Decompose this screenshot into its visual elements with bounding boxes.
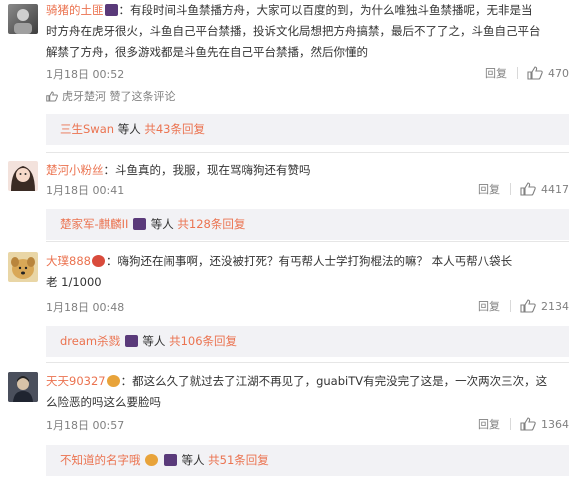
comment-text: 解禁了方舟，很多游戏都是斗鱼先在自己平台禁播，然后你懂的 (46, 45, 368, 59)
sub-reply-box[interactable]: dream杀戮 等人 共106条回复 (46, 326, 569, 357)
avatar[interactable] (8, 252, 38, 282)
sub-reply-box[interactable]: 楚家军-麒麟II 等人 共128条回复 (46, 209, 569, 240)
comment-text: 老 1/1000 (46, 275, 102, 289)
reply-button[interactable]: 回复 (478, 298, 500, 314)
like-count: 470 (548, 66, 569, 80)
comment-item: 天天90327 ：都这么久了就过去了江湖不再见了，guabiTV有完没完了这是，一… (0, 368, 577, 476)
sub-reply-count[interactable]: 共43条回复 (144, 122, 205, 136)
thumbs-up-icon[interactable] (527, 66, 543, 80)
vip-badge-icon (104, 4, 118, 16)
sub-reply-suffix: 等人 (117, 122, 141, 136)
sub-reply-suffix: 等人 (181, 453, 205, 467)
vip-badge-icon (106, 375, 120, 387)
comment-time: 1月18日 00:52 (46, 68, 125, 81)
comment-text: ：有段时间斗鱼禁播方舟，大家可以百度的到，为什么唯独斗鱼禁播呢，无非是当 (118, 3, 533, 17)
divider (510, 300, 511, 312)
comment-time: 1月18日 00:41 (46, 184, 125, 197)
comment-username[interactable]: 大璞888 (46, 254, 91, 268)
comment-username[interactable]: 楚河小粉丝 (46, 163, 104, 177)
liked-by-row: 虎牙楚河 赞了这条评论 (46, 88, 176, 104)
thumbs-up-icon[interactable] (520, 182, 536, 196)
divider (46, 241, 569, 242)
sub-reply-user[interactable]: 不知道的名字哦 (60, 453, 141, 467)
vip-badge-icon (133, 218, 147, 230)
comment-item: 楚河小粉丝：斗鱼真的，我服，现在骂嗨狗还有赞吗 1月18日 00:41 回复 4… (0, 157, 577, 240)
thumbs-up-small-icon (46, 91, 58, 101)
comment-text: 么险恶的吗这么要脸吗 (46, 395, 161, 409)
divider (46, 362, 569, 363)
reply-button[interactable]: 回复 (478, 416, 500, 432)
avatar[interactable] (8, 372, 38, 402)
like-count: 1364 (541, 417, 569, 431)
vip-badge-icon (124, 335, 138, 347)
sub-reply-count[interactable]: 共128条回复 (177, 217, 245, 231)
liked-by-text: 虎牙楚河 赞了这条评论 (62, 90, 176, 103)
comment-username[interactable]: 骑猪的土匪 (46, 3, 104, 17)
sub-reply-user[interactable]: 楚家军-麒麟II (60, 217, 128, 231)
sub-reply-count[interactable]: 共106条回复 (169, 334, 237, 348)
sub-reply-box[interactable]: 三生Swan 等人 共43条回复 (46, 114, 569, 145)
comment-text: 时方舟在虎牙很火，斗鱼自己平台禁播，投诉文化局想把方舟搞禁，最后不了了之，斗鱼自… (46, 24, 541, 38)
divider (510, 418, 511, 430)
sub-reply-count[interactable]: 共51条回复 (208, 453, 269, 467)
like-count: 4417 (541, 182, 569, 196)
like-count: 2134 (541, 299, 569, 313)
avatar[interactable] (8, 161, 38, 191)
vip-badge-icon (91, 255, 105, 267)
vip-badge-icon (163, 454, 177, 466)
comment-text: ：嗨狗还在闹事啊，还没被打死？有丐帮人士学打狗棍法的嘛？ 本人丐帮八袋长 (105, 254, 513, 268)
divider (510, 183, 511, 195)
comment-time: 1月18日 00:48 (46, 301, 125, 314)
comment-item: 骑猪的土匪 ：有段时间斗鱼禁播方舟，大家可以百度的到，为什么唯独斗鱼禁播呢，无非是… (0, 0, 577, 150)
thumbs-up-icon[interactable] (520, 417, 536, 431)
sub-reply-box[interactable]: 不知道的名字哦 等人 共51条回复 (46, 445, 569, 476)
sub-reply-suffix: 等人 (150, 217, 174, 231)
reply-button[interactable]: 回复 (478, 181, 500, 197)
thumbs-up-icon[interactable] (520, 299, 536, 313)
comment-text: ：斗鱼真的，我服，现在骂嗨狗还有赞吗 (103, 163, 311, 177)
sub-reply-user[interactable]: dream杀戮 (60, 334, 120, 348)
comment-username[interactable]: 天天90327 (46, 374, 106, 388)
avatar[interactable] (8, 4, 38, 34)
comment-text: ：都这么久了就过去了江湖不再见了，guabiTV有完没完了这是，一次两次三次，这 (120, 374, 548, 388)
sub-reply-suffix: 等人 (142, 334, 166, 348)
reply-button[interactable]: 回复 (485, 65, 507, 81)
divider (517, 67, 518, 79)
divider (46, 152, 569, 153)
comment-time: 1月18日 00:57 (46, 419, 125, 432)
vip-badge-icon (145, 454, 159, 466)
sub-reply-user[interactable]: 三生Swan (60, 122, 114, 136)
comment-item: 大璞888 ：嗨狗还在闹事啊，还没被打死？有丐帮人士学打狗棍法的嘛？ 本人丐帮八袋… (0, 248, 577, 357)
